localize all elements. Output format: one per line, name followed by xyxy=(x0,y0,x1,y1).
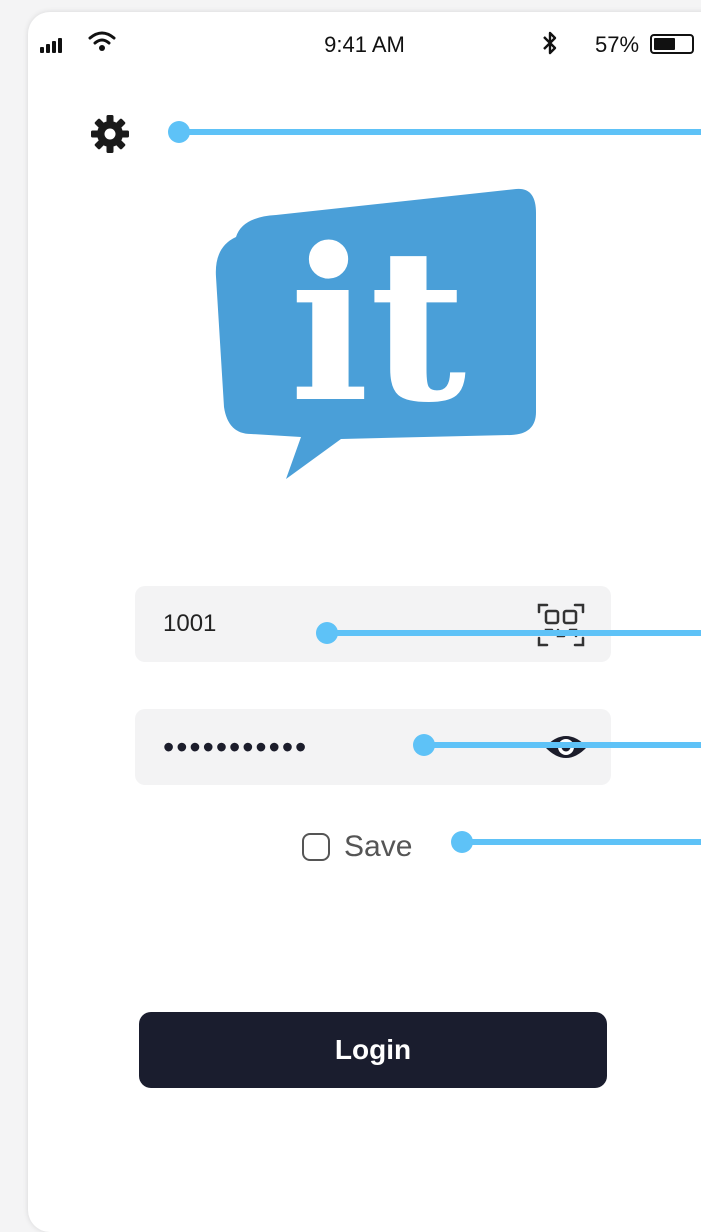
battery-percentage: 57% xyxy=(595,32,640,57)
password-value[interactable]: ••••••••••• xyxy=(163,709,308,785)
status-bar: 9:41 AM 57% xyxy=(28,12,701,70)
callout-save xyxy=(451,831,701,853)
save-credentials[interactable]: Save xyxy=(302,830,412,864)
login-button[interactable]: Login xyxy=(139,1012,607,1088)
callout-settings xyxy=(168,121,701,143)
battery-icon xyxy=(650,34,694,54)
callout-username xyxy=(316,622,701,644)
callout-password xyxy=(413,734,701,756)
save-checkbox[interactable] xyxy=(302,833,330,861)
username-field[interactable]: 1001 xyxy=(135,586,611,662)
app-logo: it xyxy=(215,188,537,479)
bluetooth-icon xyxy=(543,31,557,55)
qr-scan-icon[interactable] xyxy=(537,602,585,648)
username-value[interactable]: 1001 xyxy=(163,586,216,662)
gear-icon[interactable] xyxy=(90,114,130,154)
save-label[interactable]: Save xyxy=(344,830,412,864)
app-screen: 9:41 AM 57% it 1001 ••••••••••• Save Log… xyxy=(28,12,701,1232)
logo-text: it xyxy=(290,202,467,449)
